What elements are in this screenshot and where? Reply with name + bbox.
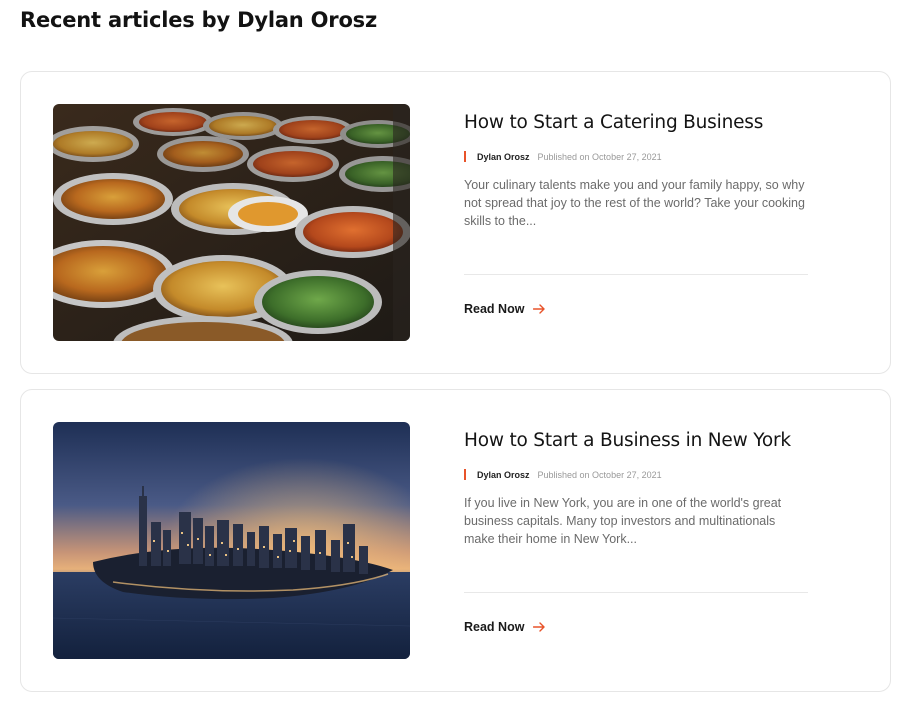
read-now-link[interactable]: Read Now — [464, 620, 546, 634]
article-excerpt: If you live in New York, you are in one … — [464, 496, 782, 546]
article-author[interactable]: Dylan Orosz — [477, 152, 530, 162]
accent-bar — [464, 151, 466, 162]
article-meta: Dylan Orosz Published on October 27, 202… — [464, 151, 809, 162]
article-title[interactable]: How to Start a Business in New York — [464, 430, 809, 451]
divider — [464, 592, 808, 593]
read-now-label: Read Now — [464, 302, 525, 316]
article-author[interactable]: Dylan Orosz — [477, 470, 530, 480]
article-meta: Dylan Orosz Published on October 27, 202… — [464, 469, 809, 480]
section-title: Recent articles by Dylan Orosz — [20, 8, 378, 32]
arrow-right-icon — [533, 622, 546, 632]
article-image-catering[interactable] — [53, 104, 410, 341]
article-date: Published on October 27, 2021 — [537, 469, 662, 480]
divider — [464, 274, 808, 275]
article-image-new-york[interactable] — [53, 422, 410, 659]
article-card: How to Start a Business in New York Dyla… — [20, 389, 891, 692]
article-title[interactable]: How to Start a Catering Business — [464, 112, 809, 133]
accent-bar — [464, 469, 466, 480]
article-date: Published on October 27, 2021 — [537, 151, 662, 162]
arrow-right-icon — [533, 304, 546, 314]
read-now-label: Read Now — [464, 620, 525, 634]
read-now-link[interactable]: Read Now — [464, 302, 546, 316]
article-excerpt: Your culinary talents make you and your … — [464, 178, 805, 228]
new-york-skyline-photo — [53, 422, 410, 659]
article-card: How to Start a Catering Business Dylan O… — [20, 71, 891, 374]
catering-buffet-photo — [53, 104, 410, 341]
